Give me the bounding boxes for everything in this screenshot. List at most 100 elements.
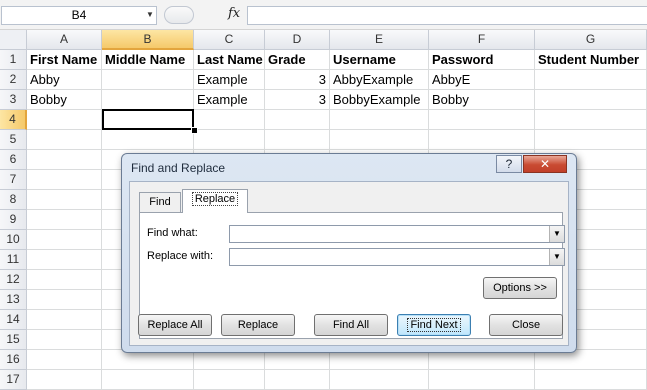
cell-c16[interactable] [194,350,265,370]
cell-a11[interactable] [27,250,102,270]
cell-f5[interactable] [429,130,535,150]
cell-a13[interactable] [27,290,102,310]
cell-a6[interactable] [27,150,102,170]
cell-f4[interactable] [429,110,535,130]
column-header-a[interactable]: A [27,30,102,50]
cell-d16[interactable] [265,350,330,370]
row-header-5[interactable]: 5 [0,130,27,150]
cell-e16[interactable] [330,350,429,370]
row-header-11[interactable]: 11 [0,250,27,270]
cell-b2[interactable] [102,70,194,90]
cell-b17[interactable] [102,370,194,390]
cell-a12[interactable] [27,270,102,290]
column-header-g[interactable]: G [535,30,647,50]
column-header-d[interactable]: D [265,30,330,50]
column-header-f[interactable]: F [429,30,535,50]
cell-e4[interactable] [330,110,429,130]
cell-a10[interactable] [27,230,102,250]
formula-input[interactable] [247,6,647,25]
tab-replace[interactable]: Replace [182,189,248,213]
cell-a9[interactable] [27,210,102,230]
cell-a17[interactable] [27,370,102,390]
replace-button[interactable]: Replace [221,314,295,336]
name-box[interactable]: B4 [1,6,157,25]
cell-e17[interactable] [330,370,429,390]
find-all-button[interactable]: Find All [314,314,388,336]
row-header-6[interactable]: 6 [0,150,27,170]
cell-g17[interactable] [535,370,647,390]
column-header-e[interactable]: E [330,30,429,50]
cell-f2[interactable]: AbbyE [429,70,535,90]
cell-c1[interactable]: Last Name [194,50,265,70]
cell-e3[interactable]: BobbyExample [330,90,429,110]
cell-b16[interactable] [102,350,194,370]
cell-g2[interactable] [535,70,647,90]
cell-a7[interactable] [27,170,102,190]
cell-c2[interactable]: Example [194,70,265,90]
cell-f1[interactable]: Password [429,50,535,70]
row-header-9[interactable]: 9 [0,210,27,230]
cell-e1[interactable]: Username [330,50,429,70]
select-all-corner[interactable] [0,30,27,50]
cell-g16[interactable] [535,350,647,370]
cell-c3[interactable]: Example [194,90,265,110]
cell-g5[interactable] [535,130,647,150]
cell-f16[interactable] [429,350,535,370]
tab-find[interactable]: Find [139,192,181,212]
cell-a2[interactable]: Abby [27,70,102,90]
row-header-17[interactable]: 17 [0,370,27,390]
cell-d2[interactable]: 3 [265,70,330,90]
cell-d1[interactable]: Grade [265,50,330,70]
close-icon[interactable]: ✕ [523,155,567,173]
cell-d4[interactable] [265,110,330,130]
find-what-input[interactable]: ▼ [229,225,565,243]
cell-d17[interactable] [265,370,330,390]
cell-b5[interactable] [102,130,194,150]
close-button[interactable]: Close [489,314,563,336]
row-header-7[interactable]: 7 [0,170,27,190]
column-header-c[interactable]: C [194,30,265,50]
cell-a5[interactable] [27,130,102,150]
row-header-13[interactable]: 13 [0,290,27,310]
cell-f3[interactable]: Bobby [429,90,535,110]
replace-with-dropdown-icon[interactable]: ▼ [549,249,564,265]
cell-b1[interactable]: Middle Name [102,50,194,70]
cell-e5[interactable] [330,130,429,150]
row-header-14[interactable]: 14 [0,310,27,330]
help-icon[interactable]: ? [496,155,522,173]
row-header-12[interactable]: 12 [0,270,27,290]
row-header-3[interactable]: 3 [0,90,27,110]
cell-a8[interactable] [27,190,102,210]
cell-a4[interactable] [27,110,102,130]
replace-with-input[interactable]: ▼ [229,248,565,266]
cell-a16[interactable] [27,350,102,370]
row-header-15[interactable]: 15 [0,330,27,350]
name-box-dropdown-icon[interactable]: ▼ [146,10,154,19]
row-header-1[interactable]: 1 [0,50,27,70]
cell-a3[interactable]: Bobby [27,90,102,110]
find-what-dropdown-icon[interactable]: ▼ [549,226,564,242]
cell-e2[interactable]: AbbyExample [330,70,429,90]
active-cell-border[interactable] [102,109,194,130]
row-header-16[interactable]: 16 [0,350,27,370]
row-header-10[interactable]: 10 [0,230,27,250]
cell-d3[interactable]: 3 [265,90,330,110]
cell-a15[interactable] [27,330,102,350]
find-next-button[interactable]: Find Next [397,314,471,336]
cell-a1[interactable]: First Name [27,50,102,70]
cell-c5[interactable] [194,130,265,150]
cell-g4[interactable] [535,110,647,130]
cell-d5[interactable] [265,130,330,150]
row-header-8[interactable]: 8 [0,190,27,210]
replace-all-button[interactable]: Replace All [138,314,212,336]
cell-g1[interactable]: Student Number [535,50,647,70]
cell-g3[interactable] [535,90,647,110]
cell-f17[interactable] [429,370,535,390]
column-header-b[interactable]: B [102,30,194,50]
row-header-2[interactable]: 2 [0,70,27,90]
cell-c4[interactable] [194,110,265,130]
insert-function-icon[interactable]: fx [228,6,240,21]
row-header-4[interactable]: 4 [0,110,27,130]
fill-handle[interactable] [191,127,198,134]
cell-b3[interactable] [102,90,194,110]
